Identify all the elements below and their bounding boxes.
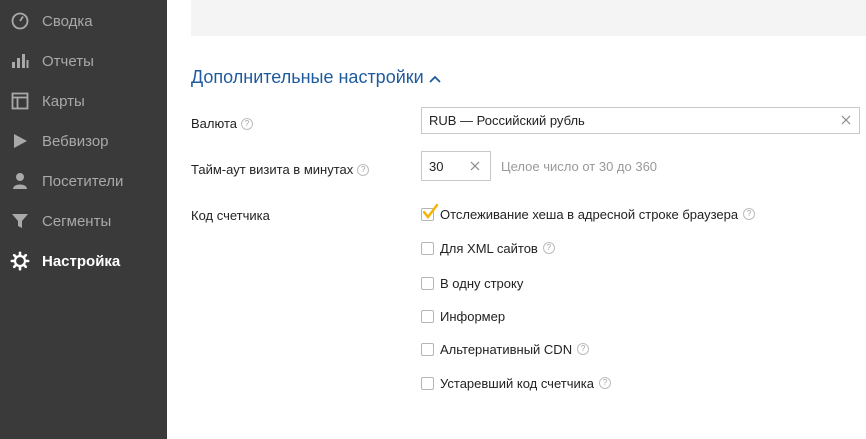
close-icon[interactable] <box>468 159 482 173</box>
top-panel <box>191 0 866 36</box>
checkbox-legacy-code[interactable]: Устаревший код счетчика ? <box>421 374 611 392</box>
checkbox-informer[interactable]: Информер <box>421 307 505 325</box>
checkbox-label: Устаревший код счетчика <box>440 375 594 391</box>
timeout-hint: Целое число от 30 до 360 <box>501 159 658 174</box>
help-icon[interactable]: ? <box>542 242 555 254</box>
sidebar-item-label: Отчеты <box>42 52 94 70</box>
sidebar-item-segments[interactable]: Сегменты <box>0 201 167 241</box>
timeout-value: 30 <box>429 158 444 174</box>
sidebar: Сводка Отчеты Карты Вебвизор Посетители … <box>0 0 167 439</box>
counter-code-label-text: Код счетчика <box>191 208 270 223</box>
funnel-icon <box>10 211 30 231</box>
close-icon[interactable] <box>839 113 853 127</box>
checkbox-one-line[interactable]: В одну строку <box>421 274 523 292</box>
sidebar-item-label: Карты <box>42 92 85 110</box>
gear-icon <box>10 251 30 271</box>
map-layout-icon <box>10 91 30 111</box>
speedometer-icon <box>10 11 30 31</box>
user-icon <box>10 171 30 191</box>
help-icon[interactable]: ? <box>743 208 756 220</box>
main-content: Дополнительные настройки Валюта ? RUB — … <box>167 0 866 439</box>
currency-value: RUB — Российский рубль <box>429 113 585 128</box>
sidebar-item-label: Сегменты <box>42 212 112 230</box>
currency-label-text: Валюта <box>191 116 237 131</box>
timeout-label: Тайм-аут визита в минутах ? <box>191 162 370 177</box>
sidebar-item-webvisor[interactable]: Вебвизор <box>0 121 167 161</box>
sidebar-item-reports[interactable]: Отчеты <box>0 41 167 81</box>
sidebar-item-settings[interactable]: Настройка <box>0 241 167 281</box>
checkbox-box[interactable] <box>421 276 434 290</box>
section-toggle-additional-settings[interactable]: Дополнительные настройки <box>191 67 441 88</box>
checkbox-label: Информер <box>440 308 506 324</box>
help-icon[interactable]: ? <box>241 117 253 130</box>
checkbox-label: Для XML сайтов <box>440 240 538 256</box>
currency-select[interactable]: RUB — Российский рубль <box>421 107 860 134</box>
checkbox-box[interactable] <box>421 203 439 221</box>
section-title: Дополнительные настройки <box>191 67 424 87</box>
timeout-label-text: Тайм-аут визита в минутах <box>191 162 354 177</box>
currency-label: Валюта ? <box>191 116 253 131</box>
checkbox-box[interactable] <box>421 342 434 356</box>
sidebar-item-label: Посетители <box>42 172 124 190</box>
help-icon[interactable]: ? <box>357 163 370 176</box>
help-icon[interactable]: ? <box>598 377 611 389</box>
checkbox-alternative-cdn[interactable]: Альтернативный CDN ? <box>421 340 590 358</box>
checkbox-box[interactable] <box>421 309 434 323</box>
checkmark-icon <box>423 203 439 219</box>
sidebar-item-label: Настройка <box>42 252 121 270</box>
play-icon <box>10 131 30 151</box>
checkbox-hash-tracking[interactable]: Отслеживание хеша в адресной строке брау… <box>421 203 756 223</box>
checkbox-box[interactable] <box>421 241 434 255</box>
sidebar-item-summary[interactable]: Сводка <box>0 1 167 41</box>
help-icon[interactable]: ? <box>577 343 590 355</box>
chevron-up-icon <box>429 67 441 88</box>
sidebar-item-visitors[interactable]: Посетители <box>0 161 167 201</box>
timeout-input[interactable]: 30 <box>421 151 491 181</box>
sidebar-item-maps[interactable]: Карты <box>0 81 167 121</box>
checkbox-label: Альтернативный CDN <box>440 341 573 357</box>
checkbox-label: Отслеживание хеша в адресной строке брау… <box>440 206 739 222</box>
checkbox-label: В одну строку <box>440 275 524 291</box>
checkbox-xml-sites[interactable]: Для XML сайтов ? <box>421 239 555 257</box>
bar-chart-icon <box>10 51 30 71</box>
sidebar-item-label: Вебвизор <box>42 132 109 150</box>
counter-code-label: Код счетчика <box>191 208 270 223</box>
checkbox-box[interactable] <box>421 376 434 390</box>
sidebar-item-label: Сводка <box>42 12 93 30</box>
